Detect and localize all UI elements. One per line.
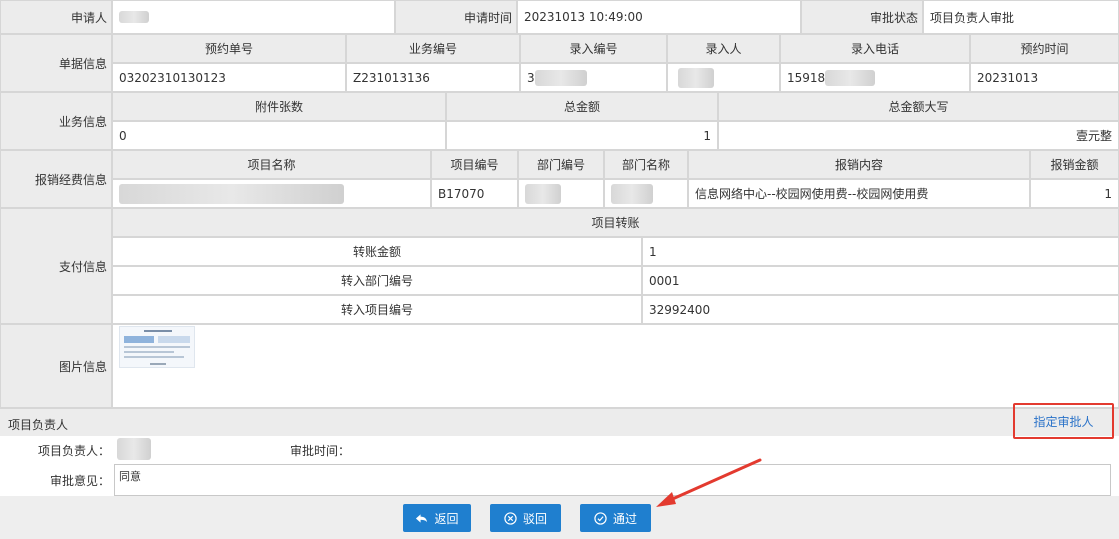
thumbnail-line <box>124 346 190 348</box>
doc-val-entry-phone-text: 15918 <box>787 70 826 85</box>
doc-col-entry-no: 录入编号 <box>520 34 667 63</box>
doc-info-label: 单据信息 <box>0 34 112 92</box>
thumbnail-line <box>124 351 174 353</box>
exp-val-dept-name <box>604 179 688 208</box>
payment-row-label: 转入部门编号 <box>112 266 642 295</box>
exp-col-content: 报销内容 <box>688 150 1030 179</box>
thumbnail-title-line <box>144 330 172 332</box>
pass-button-label: 通过 <box>612 511 637 526</box>
image-info-label: 图片信息 <box>0 324 112 408</box>
doc-val-entry-no: 3 <box>520 63 667 92</box>
payment-title: 项目转账 <box>112 208 1119 237</box>
project-name-redacted <box>119 183 344 204</box>
applicant-label: 申请人 <box>0 0 112 34</box>
assign-approver-link[interactable]: 指定审批人 <box>1013 403 1114 439</box>
close-circle-icon <box>504 511 517 525</box>
biz-val-attachments: 0 <box>112 121 446 150</box>
approver-section-title: 项目负责人 <box>8 418 69 432</box>
doc-val-booking-time: 20231013 <box>970 63 1119 92</box>
exp-col-dept-name: 部门名称 <box>604 150 688 179</box>
opinion-label: 审批意见： <box>49 473 110 488</box>
biz-info-label: 业务信息 <box>0 92 112 150</box>
thumbnail-block <box>158 336 190 343</box>
annotation-arrow-icon <box>656 458 762 507</box>
payment-row-value: 1 <box>642 237 1119 266</box>
assign-approver-link-text: 指定审批人 <box>1033 414 1094 429</box>
doc-col-entry-person: 录入人 <box>667 34 780 63</box>
doc-col-business-no: 业务编号 <box>346 34 520 63</box>
applicant-name-redacted <box>119 11 149 23</box>
applicant-value <box>112 0 395 34</box>
biz-val-total: 1 <box>446 121 718 150</box>
exp-col-amount: 报销金额 <box>1030 150 1119 179</box>
approver-section-bar: 项目负责人 <box>0 408 1119 436</box>
leader-label: 项目负责人： <box>37 443 110 458</box>
entry-phone-redacted <box>825 69 876 86</box>
back-button-label: 返回 <box>434 511 459 526</box>
doc-val-booking-no: 03202310130123 <box>112 63 346 92</box>
exp-col-project-no: 项目编号 <box>431 150 518 179</box>
approve-time-label: 审批时间： <box>289 443 350 458</box>
dept-name-redacted <box>611 183 653 204</box>
payment-row-label: 转账金额 <box>112 237 642 266</box>
expense-info-label: 报销经费信息 <box>0 150 112 208</box>
biz-col-attachments: 附件张数 <box>112 92 446 121</box>
reject-button[interactable]: 驳回 <box>490 504 561 532</box>
check-circle-icon <box>594 511 607 525</box>
reject-button-label: 驳回 <box>522 511 547 526</box>
doc-col-entry-phone: 录入电话 <box>780 34 970 63</box>
thumbnail-line <box>124 356 184 358</box>
exp-val-content: 信息网络中心--校园网使用费--校园网使用费 <box>688 179 1030 208</box>
exp-col-project-name: 项目名称 <box>112 150 431 179</box>
payment-row-value: 0001 <box>642 266 1119 295</box>
apply-time-label: 申请时间 <box>395 0 517 34</box>
receipt-thumbnail[interactable] <box>119 326 195 368</box>
exp-val-project-no: B17070 <box>431 179 518 208</box>
entry-no-redacted <box>534 69 587 86</box>
back-arrow-icon <box>416 513 428 523</box>
doc-val-entry-no-text: 3 <box>527 70 535 85</box>
dept-no-redacted <box>525 183 561 204</box>
exp-val-dept-no <box>518 179 604 208</box>
opinion-textarea[interactable]: 同意 <box>114 464 1111 496</box>
doc-val-entry-phone: 15918 <box>780 63 970 92</box>
biz-col-total: 总金额 <box>446 92 718 121</box>
entry-person-redacted <box>678 67 714 88</box>
biz-col-total-upper: 总金额大写 <box>718 92 1119 121</box>
apply-time-value: 20231013 10:49:00 <box>517 0 801 34</box>
thumbnail-block <box>124 336 154 343</box>
payment-row-label: 转入项目编号 <box>112 295 642 324</box>
payment-row-value: 32992400 <box>642 295 1119 324</box>
status-value: 项目负责人审批 <box>923 0 1119 34</box>
status-label: 审批状态 <box>801 0 923 34</box>
payment-info-label: 支付信息 <box>0 208 112 324</box>
thumbnail-line <box>150 363 166 365</box>
exp-col-dept-no: 部门编号 <box>518 150 604 179</box>
back-button[interactable]: 返回 <box>403 504 471 532</box>
doc-col-booking-time: 预约时间 <box>970 34 1119 63</box>
exp-val-project-name <box>112 179 431 208</box>
doc-val-entry-person <box>667 63 780 92</box>
biz-val-total-upper: 壹元整 <box>718 121 1119 150</box>
leader-name-redacted <box>117 438 151 460</box>
doc-val-business-no: Z231013136 <box>346 63 520 92</box>
image-info-area <box>112 324 1119 408</box>
doc-col-booking-no: 预约单号 <box>112 34 346 63</box>
exp-val-amount: 1 <box>1030 179 1119 208</box>
